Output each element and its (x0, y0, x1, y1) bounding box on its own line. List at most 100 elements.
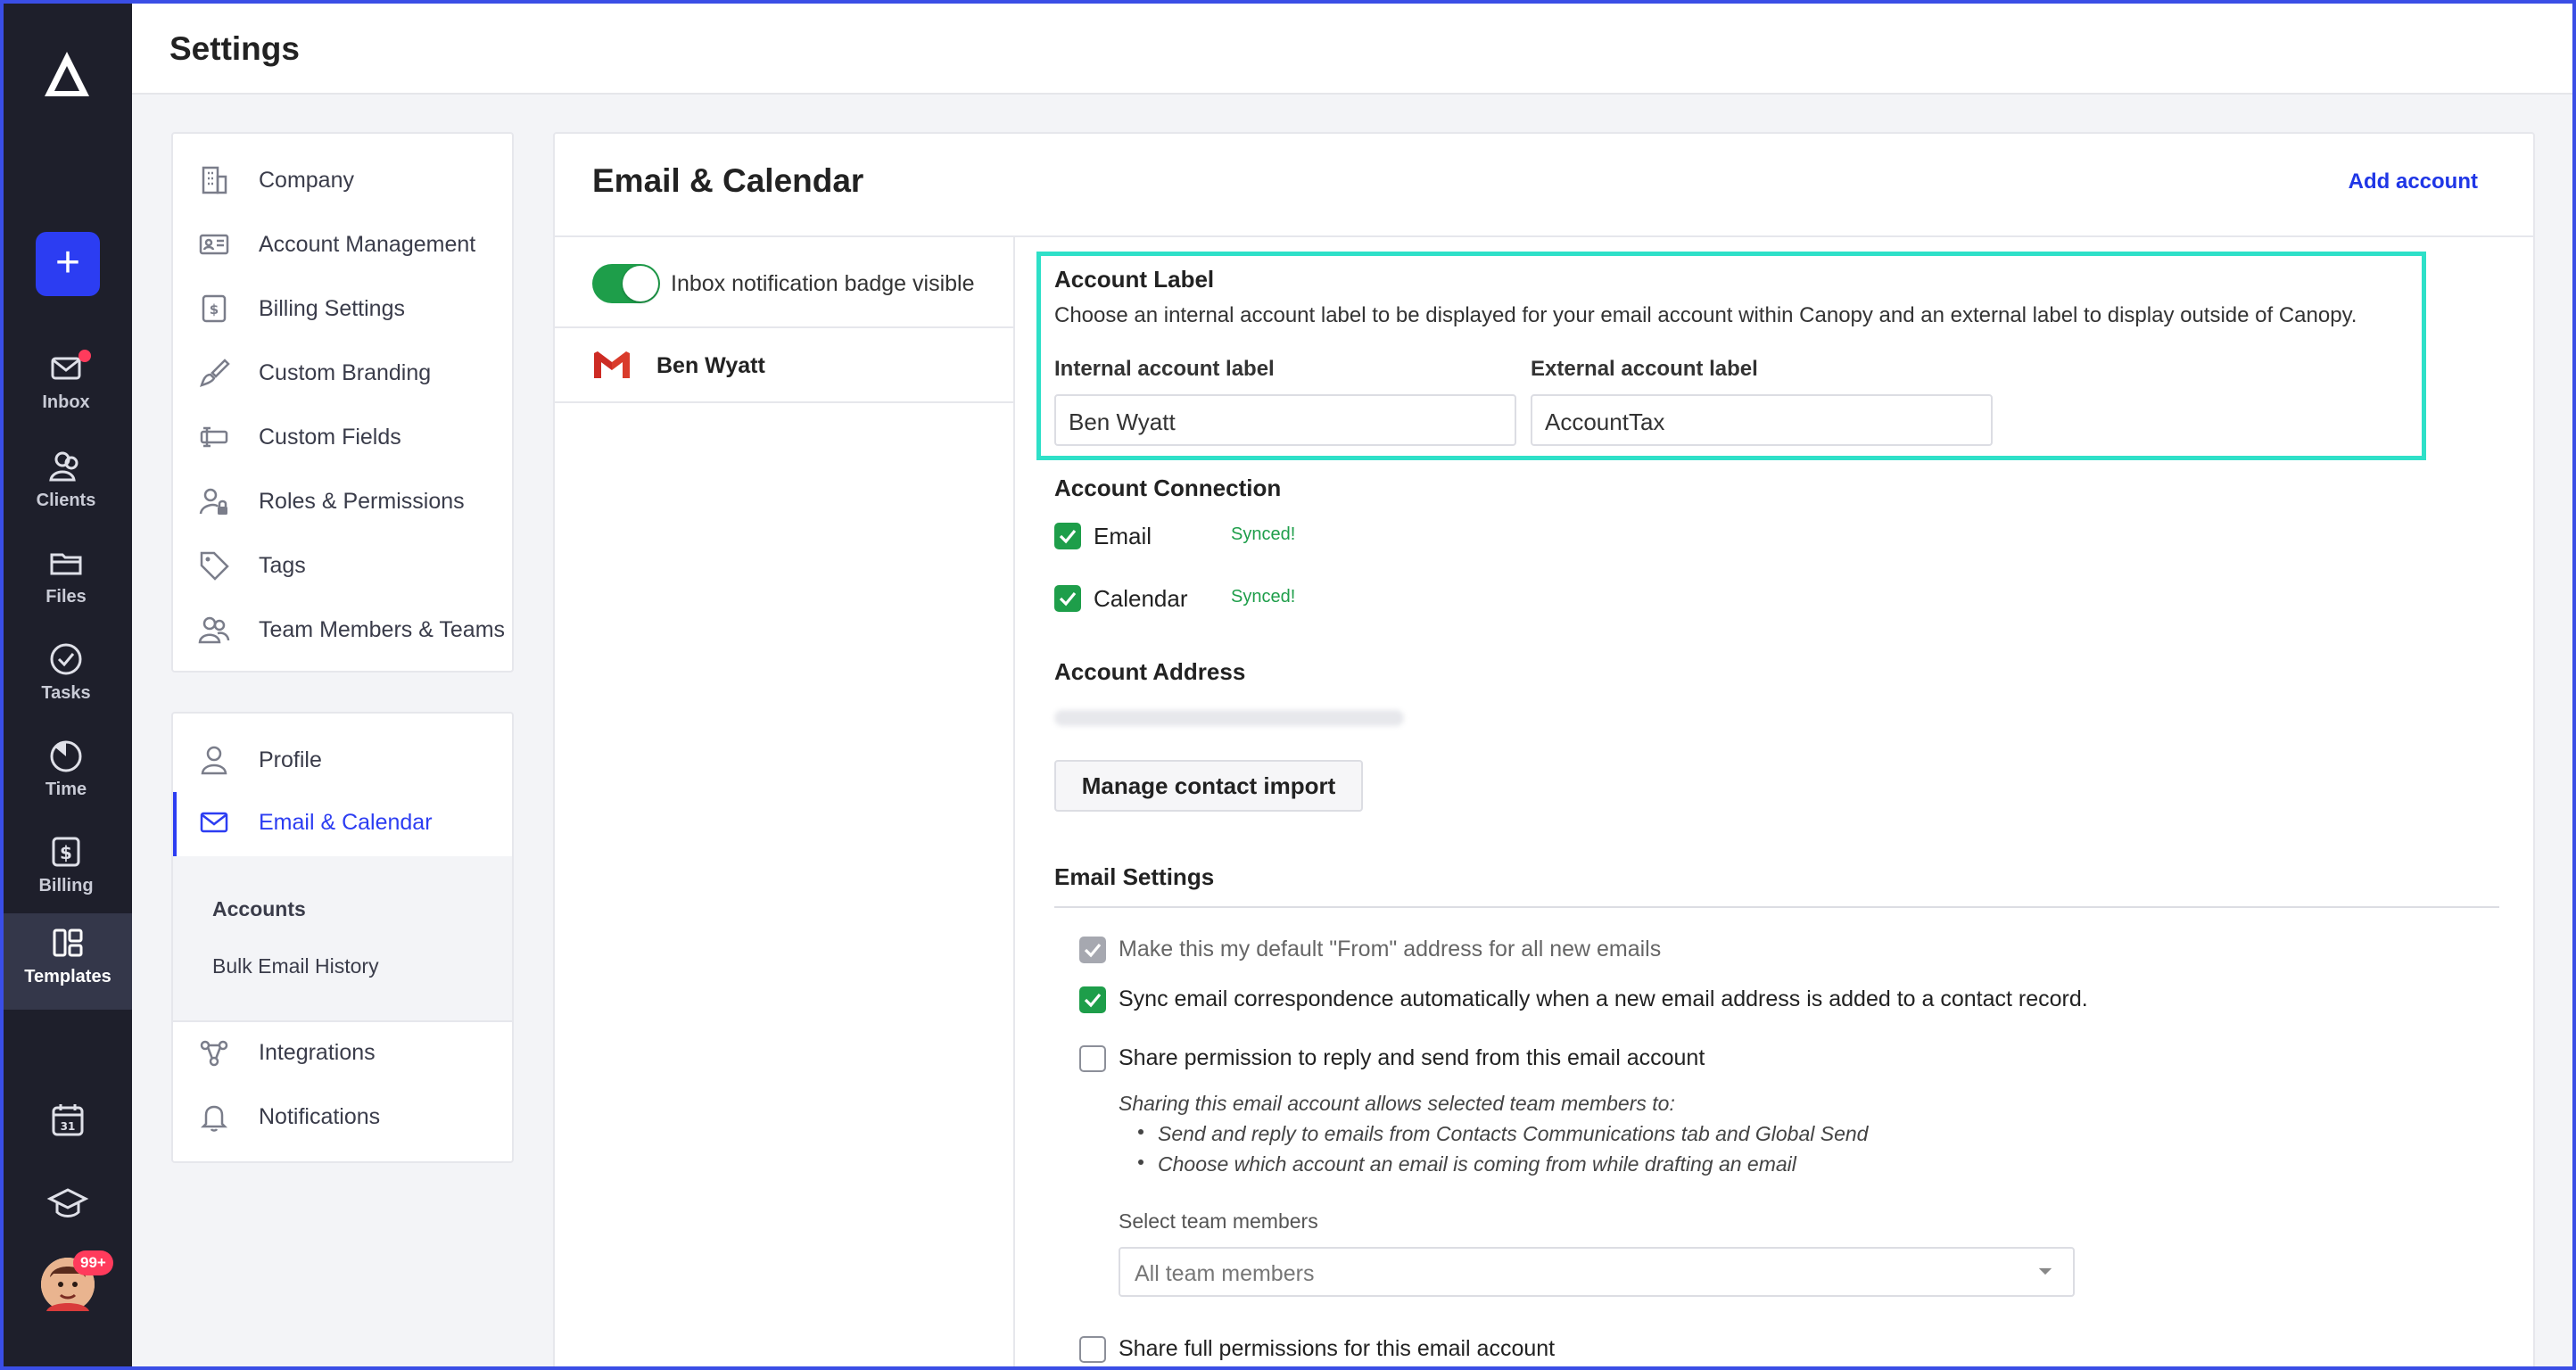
create-button[interactable]: + (36, 232, 100, 296)
select-team-members-label: Select team members (1119, 1209, 1318, 1233)
check-icon (1059, 529, 1077, 544)
nav-billing-settings-label: Billing Settings (259, 296, 405, 321)
account-list-name: Ben Wyatt (656, 353, 765, 378)
share-reply-checkbox[interactable] (1079, 1045, 1106, 1072)
nav-tags[interactable]: Tags (173, 535, 512, 596)
column-divider (1013, 235, 1015, 1368)
bullet-dot (1138, 1129, 1144, 1135)
templates-icon (53, 928, 83, 957)
building-icon (202, 166, 227, 194)
nav-custom-fields[interactable]: Custom Fields (173, 407, 512, 467)
page-title: Settings (169, 30, 300, 67)
unread-dot (78, 350, 91, 362)
svg-text:$: $ (210, 301, 219, 318)
gmail-icon (594, 351, 630, 378)
chevron-down-icon (2038, 1267, 2052, 1275)
subnav-bulk-email-history[interactable]: Bulk Email History (212, 954, 379, 978)
share-full-label: Share full permissions for this email ac… (1119, 1336, 1556, 1361)
check-circle-icon (50, 643, 82, 675)
manage-contact-import-button[interactable]: Manage contact import (1054, 760, 1363, 812)
nav-roles-permissions-label: Roles & Permissions (259, 489, 465, 514)
clients-icon (49, 451, 78, 482)
panel-divider (555, 235, 2533, 237)
internal-label-heading: Internal account label (1054, 357, 1275, 381)
email-subnav: Accounts Bulk Email History (173, 856, 512, 1020)
nav-billing-settings[interactable]: $ Billing Settings (173, 278, 512, 339)
sync-correspondence-checkbox[interactable] (1079, 986, 1106, 1013)
email-settings-title: Email Settings (1054, 863, 1215, 890)
inbox-badge-toggle[interactable] (592, 264, 660, 303)
rail-clients[interactable]: Clients (7, 437, 125, 526)
dollar-icon: $ (52, 837, 80, 867)
check-icon (1084, 993, 1102, 1008)
internal-label-input[interactable]: Ben Wyatt (1054, 394, 1516, 446)
blurred-email-address (1054, 710, 1404, 726)
nav-integrations-label: Integrations (259, 1040, 376, 1065)
sharing-bullet-2: Choose which account an email is coming … (1158, 1152, 1796, 1176)
nav-company[interactable]: Company (173, 150, 512, 210)
sharing-intro-text: Sharing this email account allows select… (1119, 1092, 1675, 1115)
nav-notifications-label: Notifications (259, 1104, 381, 1129)
account-address-title: Account Address (1054, 658, 1246, 685)
calendar-icon[interactable]: 31 (45, 1097, 91, 1143)
share-full-checkbox[interactable] (1079, 1336, 1106, 1363)
brush-icon (200, 359, 230, 387)
rail-time-label: Time (45, 780, 87, 799)
id-card-icon (199, 234, 229, 255)
rail-billing[interactable]: $ Billing (7, 822, 125, 912)
nav-roles-permissions[interactable]: Roles & Permissions (173, 471, 512, 532)
calendar-connection-label: Calendar (1094, 585, 1188, 612)
nav-profile-label: Profile (259, 747, 322, 772)
check-icon (1059, 591, 1077, 607)
email-connection-checkbox[interactable] (1054, 523, 1081, 549)
account-label-description: Choose an internal account label to be d… (1054, 303, 2357, 327)
nav-team-members[interactable]: Team Members & Teams (173, 599, 512, 660)
nav-profile[interactable]: Profile (173, 730, 512, 790)
email-settings-divider (1054, 906, 2499, 908)
canopy-logo-icon[interactable] (41, 48, 93, 100)
check-icon (1084, 943, 1102, 958)
inbox-badge-toggle-label: Inbox notification badge visible (671, 271, 975, 296)
sharing-bullet-1: Send and reply to emails from Contacts C… (1158, 1122, 1869, 1145)
default-from-checkbox[interactable] (1079, 937, 1106, 963)
graduation-cap-icon[interactable] (45, 1181, 91, 1227)
rail-inbox[interactable]: Inbox (7, 339, 125, 428)
rail-files-label: Files (45, 587, 87, 607)
rail-templates[interactable]: Templates (4, 913, 132, 1010)
nav-account-management[interactable]: Account Management (173, 214, 512, 275)
svg-text:$: $ (60, 842, 72, 863)
nav-integrations[interactable]: Integrations (173, 1020, 512, 1081)
add-account-link[interactable]: Add account (2349, 169, 2478, 194)
email-synced-status: Synced! (1231, 524, 1296, 544)
calendar-connection-checkbox[interactable] (1054, 585, 1081, 612)
rail-tasks[interactable]: Tasks (7, 630, 125, 719)
rail-clients-label: Clients (36, 491, 96, 510)
rail-tasks-label: Tasks (41, 683, 91, 703)
nav-email-calendar[interactable]: Email & Calendar (173, 792, 512, 856)
rail-files[interactable]: Files (7, 533, 125, 623)
external-label-heading: External account label (1531, 357, 1758, 381)
mail-icon (200, 812, 228, 833)
nav-custom-fields-label: Custom Fields (259, 425, 401, 450)
field-icon (200, 426, 228, 448)
svg-text:31: 31 (61, 1120, 76, 1133)
rail-inbox-label: Inbox (42, 392, 90, 412)
nav-custom-branding[interactable]: Custom Branding (173, 342, 512, 403)
team-members-select[interactable]: All team members (1119, 1247, 2075, 1297)
external-label-input[interactable]: AccountTax (1531, 394, 1993, 446)
team-members-select-value: All team members (1135, 1261, 1315, 1286)
account-connection-title: Account Connection (1054, 475, 1282, 501)
rail-time[interactable]: Time (7, 726, 125, 815)
account-list-item[interactable]: Ben Wyatt (555, 326, 1013, 403)
subnav-accounts[interactable]: Accounts (212, 897, 306, 921)
calendar-synced-status: Synced! (1231, 587, 1296, 607)
email-connection-label: Email (1094, 523, 1152, 549)
settings-nav-org: Company Account Management $ Billing Set… (171, 132, 514, 673)
folder-icon (50, 553, 82, 575)
nav-notifications[interactable]: Notifications (173, 1086, 512, 1147)
settings-nav-user: Profile Email & Calendar Accounts Bulk E… (171, 712, 514, 1163)
panel-title: Email & Calendar (592, 162, 864, 199)
nav-company-label: Company (259, 168, 354, 193)
email-calendar-panel: Email & Calendar Add account Inbox notif… (553, 132, 2535, 1370)
integrations-icon (200, 1040, 228, 1067)
